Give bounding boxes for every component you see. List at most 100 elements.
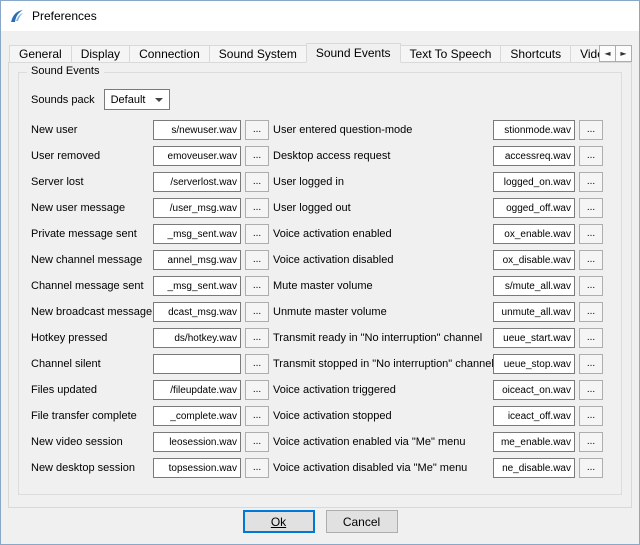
sound-event-row: User entered question-mode ... [273,117,603,143]
sound-event-label: Voice activation enabled via "Me" menu [273,436,493,448]
browse-button[interactable]: ... [579,380,603,400]
sound-file-input[interactable] [153,250,241,270]
sound-file-input[interactable] [153,380,241,400]
browse-button[interactable]: ... [245,380,269,400]
sound-file-input[interactable] [493,328,575,348]
browse-button[interactable]: ... [579,458,603,478]
tab[interactable]: Video [570,45,599,63]
sounds-pack-label: Sounds pack [31,94,95,106]
sound-file-input[interactable] [493,302,575,322]
sound-file-input[interactable] [153,146,241,166]
browse-button[interactable]: ... [245,198,269,218]
tab[interactable]: Text To Speech [400,45,502,63]
sound-event-row: User logged in ... [273,169,603,195]
ok-button[interactable]: Ok [243,510,315,533]
sound-event-row: Channel silent ... [31,351,269,377]
browse-button[interactable]: ... [579,276,603,296]
browse-button[interactable]: ... [579,146,603,166]
browse-button[interactable]: ... [579,224,603,244]
browse-button[interactable]: ... [579,172,603,192]
browse-button[interactable]: ... [579,406,603,426]
sound-file-input[interactable] [153,432,241,452]
sound-event-label: User logged out [273,202,493,214]
sound-file-input[interactable] [493,146,575,166]
sound-file-input[interactable] [493,172,575,192]
browse-button[interactable]: ... [245,432,269,452]
tab[interactable]: Connection [129,45,210,63]
sound-event-row: Desktop access request ... [273,143,603,169]
browse-button[interactable]: ... [245,302,269,322]
sound-file-input[interactable] [493,276,575,296]
browse-button[interactable]: ... [579,354,603,374]
tab[interactable]: Sound Events [306,43,401,63]
browse-button[interactable]: ... [579,432,603,452]
browse-button[interactable]: ... [579,198,603,218]
browse-button[interactable]: ... [579,328,603,348]
arrow-left-icon: ◄ [604,49,610,58]
browse-button[interactable]: ... [245,224,269,244]
sound-file-input[interactable] [493,406,575,426]
sound-event-row: New user ... [31,117,269,143]
sound-file-input[interactable] [153,198,241,218]
tab[interactable]: Shortcuts [500,45,571,63]
sound-event-label: User logged in [273,176,493,188]
sound-event-label: New user message [31,202,153,214]
sound-file-input[interactable] [493,380,575,400]
sound-event-row: User logged out ... [273,195,603,221]
tab-scroll-right-button[interactable]: ► [615,45,632,62]
sound-file-input[interactable] [493,198,575,218]
sound-file-input[interactable] [493,432,575,452]
tab-scroll-left-button[interactable]: ◄ [599,45,616,62]
browse-button[interactable]: ... [245,406,269,426]
sound-file-input[interactable] [153,302,241,322]
tab-label: Video [580,47,599,61]
sound-event-row: Voice activation disabled ... [273,247,603,273]
browse-button[interactable]: ... [245,146,269,166]
sound-event-label: Mute master volume [273,280,493,292]
tab[interactable]: General [9,45,72,63]
browse-button[interactable]: ... [579,120,603,140]
sound-file-input[interactable] [153,328,241,348]
app-icon [9,8,25,24]
sound-file-input[interactable] [153,224,241,244]
sound-file-input[interactable] [153,458,241,478]
browse-button[interactable]: ... [245,250,269,270]
sound-event-label: Voice activation enabled [273,228,493,240]
sound-file-input[interactable] [493,250,575,270]
browse-button[interactable]: ... [245,354,269,374]
sounds-pack-select[interactable]: Default [104,89,170,110]
browse-button[interactable]: ... [245,172,269,192]
sound-event-row: Transmit ready in "No interruption" chan… [273,325,603,351]
sound-file-input[interactable] [153,120,241,140]
sound-event-row: New channel message ... [31,247,269,273]
browse-button[interactable]: ... [245,458,269,478]
tab[interactable]: Sound System [209,45,307,63]
sound-event-label: Voice activation disabled via "Me" menu [273,462,493,474]
sound-event-label: User entered question-mode [273,124,493,136]
browse-button[interactable]: ... [579,302,603,322]
sound-event-row: Private message sent ... [31,221,269,247]
browse-button[interactable]: ... [245,120,269,140]
dialog-buttons: Ok Cancel [1,510,639,533]
sound-event-label: Hotkey pressed [31,332,153,344]
sound-file-input[interactable] [493,458,575,478]
sound-file-input[interactable] [153,354,241,374]
tab[interactable]: Display [71,45,130,63]
browse-button[interactable]: ... [245,276,269,296]
browse-button[interactable]: ... [579,250,603,270]
browse-button[interactable]: ... [245,328,269,348]
window-title: Preferences [32,9,97,23]
sound-file-input[interactable] [153,406,241,426]
sound-file-input[interactable] [493,354,575,374]
sound-file-input[interactable] [493,120,575,140]
tab-label: General [19,47,62,61]
cancel-button[interactable]: Cancel [326,510,398,533]
sound-event-label: New desktop session [31,462,153,474]
sound-event-row: Voice activation disabled via "Me" menu … [273,455,603,481]
sound-file-input[interactable] [493,224,575,244]
sound-file-input[interactable] [153,276,241,296]
chevron-down-icon [155,98,163,102]
sound-event-row: New video session ... [31,429,269,455]
sound-file-input[interactable] [153,172,241,192]
sound-event-label: Transmit ready in "No interruption" chan… [273,332,493,344]
